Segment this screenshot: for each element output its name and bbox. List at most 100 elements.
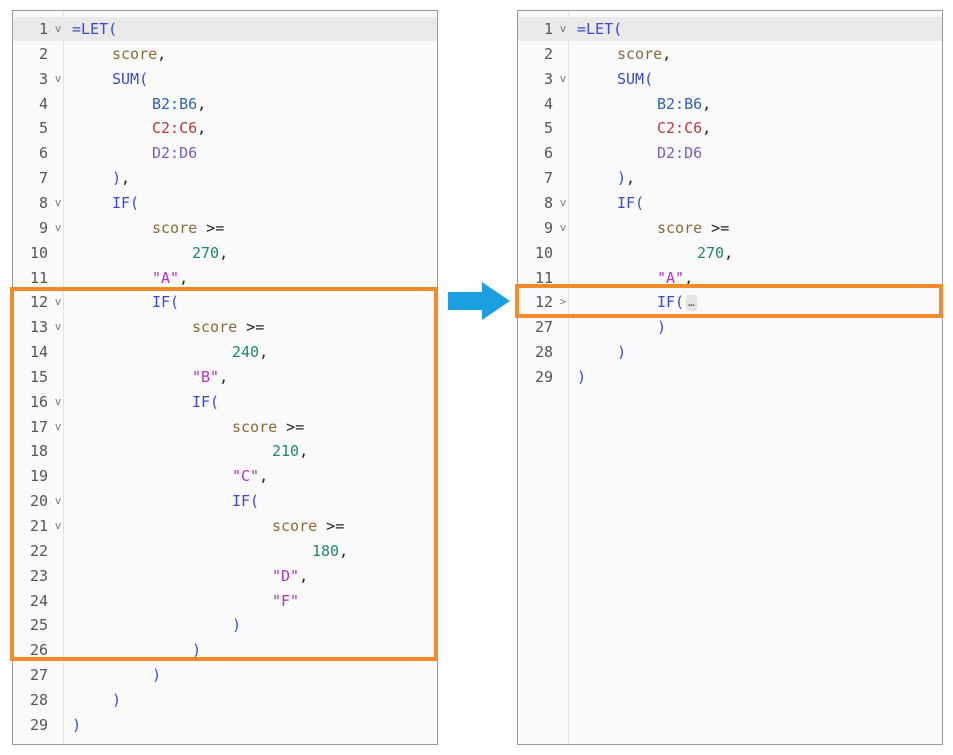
code-text: C2:C6, (152, 116, 206, 140)
code-line[interactable]: 28) (13, 688, 437, 712)
code-line[interactable]: 29) (13, 713, 437, 737)
token-fn: ) (152, 666, 162, 685)
code-line[interactable]: 9 v score >= (518, 216, 942, 240)
code-text: SUM( (112, 67, 148, 91)
code-line[interactable]: 27) (518, 315, 942, 339)
fold-collapse-icon[interactable]: v (52, 17, 64, 41)
token-fn: ) (617, 169, 627, 188)
token-op: , (702, 94, 712, 113)
line-number: 27 (534, 318, 553, 337)
fold-collapse-icon[interactable]: v (557, 67, 569, 91)
token-op: , (197, 119, 207, 138)
code-line[interactable]: 1 v =LET( (518, 17, 942, 41)
code-line[interactable]: 2 score, (518, 42, 942, 66)
code-text: ) (617, 340, 626, 364)
token-fn: ) (617, 343, 627, 362)
code-text: D2:D6 (657, 141, 702, 165)
code-line[interactable]: 11 "A", (13, 266, 437, 290)
code-line[interactable]: 10 270, (13, 241, 437, 265)
line-number: 28 (29, 690, 48, 709)
code-line[interactable]: 29) (518, 365, 942, 389)
code-line[interactable]: 6 D2:D6 (518, 141, 942, 165)
line-number: 27 (29, 666, 48, 685)
code-line[interactable]: 8 v IF( (518, 191, 942, 215)
code-text: =LET( (577, 17, 622, 41)
fold-collapse-icon[interactable]: v (557, 191, 569, 215)
token-op: >= (197, 218, 225, 237)
line-number: 28 (534, 343, 553, 362)
fold-collapse-icon[interactable]: v (557, 17, 569, 41)
line-number: 10 (29, 243, 48, 262)
code-line[interactable]: 5 C2:C6, (518, 116, 942, 140)
code-line[interactable]: 3 v SUM( (13, 67, 437, 91)
fold-collapse-icon[interactable]: v (557, 216, 569, 240)
line-number: 3 (543, 69, 553, 88)
token-var: score (657, 218, 703, 237)
code-text: "A", (152, 266, 188, 290)
token-num: 270 (697, 243, 725, 262)
token-fn: SUM( (617, 69, 654, 88)
code-text: score >= (657, 216, 729, 240)
token-fn: =LET( (577, 20, 623, 38)
token-var: score (112, 44, 158, 63)
code-line[interactable]: 7), (13, 166, 437, 190)
token-fn: IF( (617, 193, 645, 212)
line-number: 29 (534, 367, 553, 386)
code-text: score, (112, 42, 166, 66)
token-fn: SUM( (112, 69, 149, 88)
code-line[interactable]: 6 D2:D6 (13, 141, 437, 165)
line-number: 2 (38, 44, 48, 63)
token-fn: =LET( (72, 20, 118, 38)
token-ref3: D2:D6 (152, 144, 198, 163)
code-line[interactable]: 4 B2:B6, (518, 92, 942, 116)
line-number: 6 (543, 144, 553, 163)
token-ref1: B2:B6 (657, 94, 703, 113)
code-text: score >= (152, 216, 224, 240)
line-number: 7 (543, 169, 553, 188)
code-line[interactable]: 4 B2:B6, (13, 92, 437, 116)
code-line[interactable]: 10 270, (518, 241, 942, 265)
code-text: ) (112, 688, 121, 712)
code-line[interactable]: 9 v score >= (13, 216, 437, 240)
fold-collapse-icon[interactable]: v (52, 191, 64, 215)
code-text: D2:D6 (152, 141, 197, 165)
token-op: , (121, 169, 131, 188)
code-text: score, (617, 42, 671, 66)
code-line[interactable]: 5 C2:C6, (13, 116, 437, 140)
code-editor-collapsed[interactable]: 1 v =LET(2 score, 3 v SUM(4 B2:B6, 5 C2:C6, 6 D2:D6… (517, 10, 943, 745)
code-line[interactable]: 2 score, (13, 42, 437, 66)
token-var: score (617, 44, 663, 63)
code-text: ) (152, 663, 161, 687)
code-text: ), (617, 166, 635, 190)
line-number: 6 (38, 144, 48, 163)
token-op: , (197, 94, 207, 113)
token-ref2: C2:C6 (657, 119, 703, 138)
token-op: , (626, 169, 636, 188)
line-number: 9 (38, 218, 48, 237)
code-line[interactable]: 1 v =LET( (13, 17, 437, 41)
line-number: 4 (38, 94, 48, 113)
token-ref1: B2:B6 (152, 94, 198, 113)
code-line[interactable]: 8 v IF( (13, 191, 437, 215)
code-text: SUM( (617, 67, 653, 91)
token-op: , (219, 243, 229, 262)
fold-collapse-icon[interactable]: v (52, 67, 64, 91)
code-text: IF( (617, 191, 644, 215)
line-number: 11 (29, 268, 48, 287)
fold-collapse-icon[interactable]: v (52, 216, 64, 240)
line-number: 8 (38, 193, 48, 212)
code-line[interactable]: 27) (13, 663, 437, 687)
token-op: , (179, 268, 189, 287)
token-op: >= (702, 218, 730, 237)
code-text: ) (657, 315, 666, 339)
token-fn: ) (72, 715, 82, 734)
code-line[interactable]: 28) (518, 340, 942, 364)
line-number: 7 (38, 169, 48, 188)
code-text: 270, (192, 241, 228, 265)
code-text: ), (112, 166, 130, 190)
code-text: IF( (112, 191, 139, 215)
code-line[interactable]: 7), (518, 166, 942, 190)
code-text: ) (577, 365, 586, 389)
code-line[interactable]: 3 v SUM( (518, 67, 942, 91)
line-number: 10 (534, 243, 553, 262)
